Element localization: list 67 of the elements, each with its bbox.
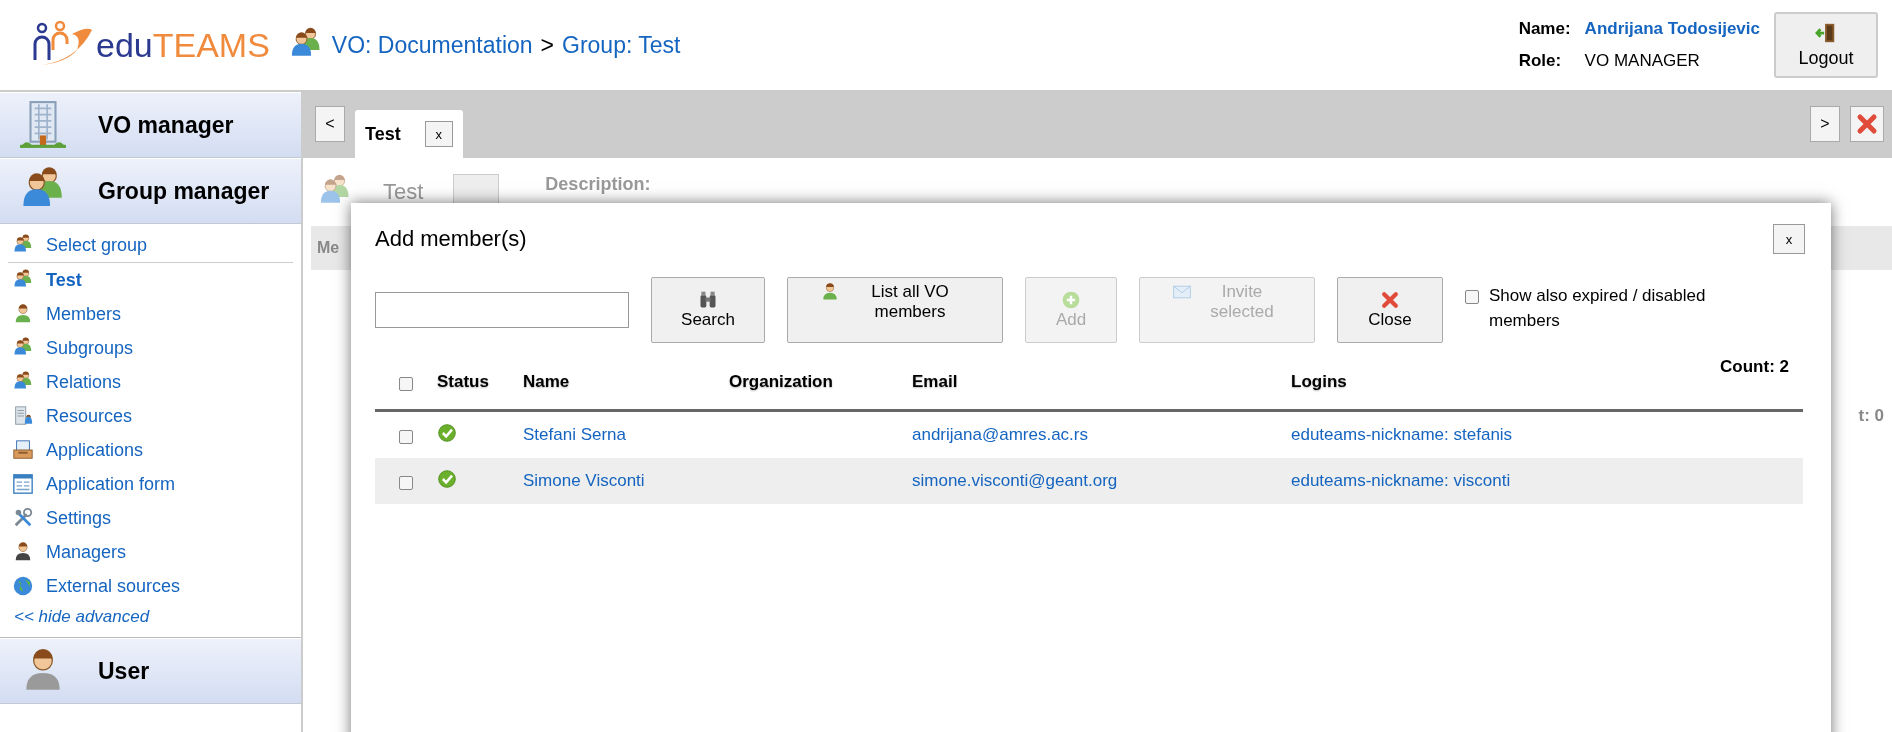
member-name-link[interactable]: Stefani Serna — [523, 425, 729, 445]
checkbox[interactable] — [1465, 289, 1479, 304]
email-link[interactable]: simone.visconti@geant.org — [912, 471, 1291, 491]
count-label: Count: 2 — [1720, 357, 1789, 377]
description-label: Description: — [545, 174, 651, 195]
sidebar-section-header[interactable]: VO manager — [0, 92, 301, 158]
checkbox[interactable] — [399, 475, 413, 490]
checkbox[interactable] — [399, 429, 413, 444]
close-all-tabs-button[interactable] — [1850, 106, 1884, 142]
sidebar-item[interactable]: Applications — [8, 433, 293, 467]
toolbar-button[interactable]: Search — [651, 277, 765, 343]
breadcrumb-link[interactable]: Group: Test — [562, 31, 681, 59]
toolbar-button[interactable]: Close — [1337, 277, 1443, 343]
toolbar-button[interactable]: List all VO members — [787, 277, 1003, 343]
sidebar-section-header[interactable]: User — [0, 638, 301, 704]
close-tab-button[interactable]: x — [424, 121, 453, 147]
plus-icon — [1061, 289, 1081, 310]
sidebar-item[interactable]: External sources — [8, 569, 293, 603]
login-link[interactable]: eduteams-nickname: visconti — [1291, 471, 1803, 491]
column-header: Status — [437, 372, 490, 392]
column-header: Name — [523, 372, 571, 392]
sidebar-item[interactable]: Members — [8, 297, 293, 331]
tools-icon — [12, 507, 34, 529]
close-icon — [1855, 112, 1879, 136]
globe-icon — [12, 575, 34, 597]
group-title: Test — [383, 179, 424, 205]
sidebar-item[interactable]: Resources — [8, 399, 293, 433]
count-label: t: 0 — [1858, 406, 1884, 426]
checkbox[interactable] — [399, 376, 413, 391]
user-name: Andrijana Todosijevic — [1584, 19, 1760, 39]
person-icon — [820, 282, 840, 302]
sidebar-item[interactable]: Application form — [8, 467, 293, 501]
sidebar-item[interactable]: Select group — [8, 228, 293, 263]
sidebar-section-header[interactable]: Group manager — [0, 158, 301, 224]
sidebar-item[interactable]: Managers — [8, 535, 293, 569]
tab[interactable]: Test x — [355, 110, 463, 158]
server-icon — [12, 405, 34, 427]
user-role: VO MANAGER — [1584, 51, 1701, 71]
building-icon — [18, 100, 68, 150]
dialog-title: Add member(s) — [375, 226, 527, 252]
close-icon — [1380, 289, 1400, 310]
member-name-link[interactable]: Simone Visconti — [523, 471, 729, 491]
search-field[interactable] — [375, 292, 629, 328]
next-tab-button[interactable]: > — [1810, 106, 1840, 142]
sidebar-item[interactable]: Relations — [8, 365, 293, 399]
previous-tab-button[interactable]: < — [315, 106, 345, 142]
name-label: Name: — [1518, 19, 1571, 39]
logo-text: eduTEAMS — [96, 25, 270, 65]
sidebar-item[interactable]: Test — [8, 263, 293, 297]
form-icon — [12, 473, 34, 495]
column-header: Organization — [729, 372, 834, 392]
exit-door-icon — [1815, 21, 1837, 44]
checkbox-label: Show also expired / disabled members — [1489, 284, 1707, 332]
column-header: Logins — [1291, 372, 1348, 392]
sidebar-item[interactable]: Settings — [8, 501, 293, 535]
login-link[interactable]: eduteams-nickname: stefanis — [1291, 425, 1803, 445]
breadcrumb-link[interactable]: VO: Documentation — [331, 31, 533, 59]
email-link[interactable]: andrijana@amres.ac.rs — [912, 425, 1291, 445]
role-label: Role: — [1518, 51, 1563, 71]
breadcrumb-separator: > — [540, 31, 554, 59]
binoculars-icon — [698, 289, 718, 310]
hide-advanced-link[interactable]: << hide advanced — [8, 603, 293, 627]
column-header: Email — [912, 372, 959, 392]
sidebar-item[interactable]: Subgroups — [8, 331, 293, 365]
dialog-close-button[interactable]: x — [1773, 224, 1805, 254]
logout-button[interactable]: Logout — [1774, 12, 1878, 78]
tray-icon — [12, 439, 34, 461]
